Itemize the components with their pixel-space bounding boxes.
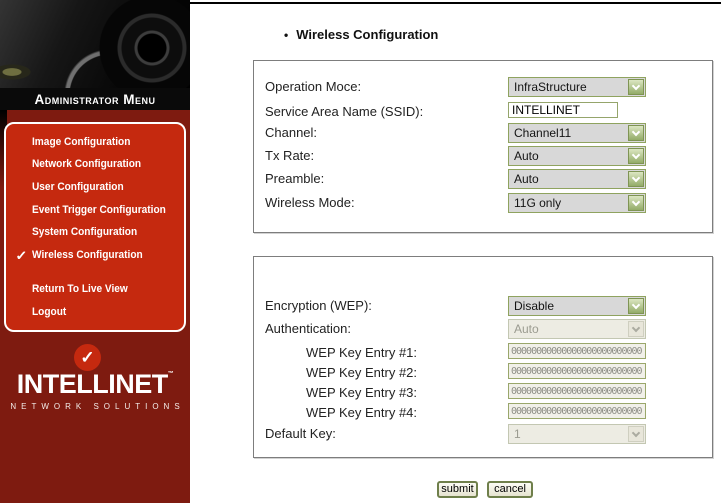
sidebar-item-system-configuration[interactable]: System Configuration: [32, 226, 137, 240]
chevron-down-icon: [631, 197, 641, 206]
intellinet-logo: ✓ INTELLINET™ NETWORK SOLUTIONS: [0, 340, 190, 420]
sidebar-item-image-configuration[interactable]: Image Configuration: [32, 136, 130, 150]
ssid-label: Service Area Name (SSID):: [265, 104, 424, 119]
wep-key-1-label: WEP Key Entry #1:: [306, 345, 418, 360]
sidebar-item-event-trigger-configuration[interactable]: Event Trigger Configuration: [32, 204, 166, 218]
wep-key-2-label: WEP Key Entry #2:: [306, 365, 418, 380]
chevron-down-icon: [631, 300, 641, 309]
channel-value: Channel11: [514, 126, 572, 140]
channel-label: Channel:: [265, 125, 318, 140]
tx-rate-value: Auto: [514, 149, 539, 163]
preamble-value: Auto: [514, 172, 539, 186]
tx-rate-select[interactable]: Auto: [508, 146, 646, 166]
camera-photo-image: [0, 0, 190, 88]
sidebar-item-return-to-live-view[interactable]: Return To Live View: [32, 283, 128, 297]
ssid-input[interactable]: [508, 102, 618, 118]
dropdown-button: [628, 321, 644, 337]
dropdown-button[interactable]: [628, 171, 644, 187]
top-divider: [190, 2, 721, 4]
bullet-icon: •: [284, 28, 289, 42]
authentication-label: Authentication:: [265, 321, 352, 336]
page-title: • Wireless Configuration: [284, 27, 438, 42]
logo-text: INTELLINET™: [0, 369, 190, 400]
dropdown-button[interactable]: [628, 298, 644, 314]
default-key-label: Default Key:: [265, 426, 336, 441]
dropdown-button[interactable]: [628, 195, 644, 211]
preamble-select[interactable]: Auto: [508, 169, 646, 189]
main-content: • Wireless Configuration Operation Moce: …: [190, 0, 721, 503]
wireless-settings-group: Operation Moce: InfraStructure Service A…: [253, 60, 713, 233]
default-key-select: 1: [508, 424, 646, 444]
wep-key-4-label: WEP Key Entry #4:: [306, 405, 418, 420]
operation-mode-select[interactable]: InfraStructure: [508, 77, 646, 97]
sidebar-item-wireless-configuration[interactable]: ✓ Wireless Configuration: [15, 248, 143, 263]
chevron-down-icon: [631, 173, 641, 182]
preamble-label: Preamble:: [265, 171, 325, 186]
chevron-down-icon: [631, 428, 641, 437]
sidebar-item-logout[interactable]: Logout: [32, 306, 66, 320]
wep-key-2-input: [508, 363, 646, 379]
wep-key-4-input: [508, 403, 646, 419]
cancel-button[interactable]: cancel: [487, 481, 533, 498]
wireless-mode-value: 11G only: [514, 196, 562, 210]
encryption-value: Disable: [514, 299, 555, 313]
dropdown-button: [628, 426, 644, 442]
tx-rate-label: Tx Rate:: [265, 148, 315, 163]
sidebar-item-label: Wireless Configuration: [32, 249, 143, 261]
page: Administrator Menu Image Configuration N…: [0, 0, 721, 503]
wireless-mode-label: Wireless Mode:: [265, 195, 355, 210]
wireless-mode-select[interactable]: 11G only: [508, 193, 646, 213]
logo-tagline: NETWORK SOLUTIONS: [10, 402, 185, 411]
wep-key-3-label: WEP Key Entry #3:: [306, 385, 418, 400]
sidebar: Administrator Menu Image Configuration N…: [0, 0, 190, 503]
logo-checkmark-icon: ✓: [74, 344, 101, 371]
security-settings-group: Encryption (WEP): Disable Authentication…: [253, 256, 713, 458]
dropdown-button[interactable]: [628, 148, 644, 164]
chevron-down-icon: [631, 150, 641, 159]
dropdown-button[interactable]: [628, 125, 644, 141]
authentication-value: Auto: [514, 322, 539, 336]
wep-key-1-input: [508, 343, 646, 359]
default-key-value: 1: [514, 427, 521, 441]
admin-menu-panel: Image Configuration Network Configuratio…: [4, 122, 186, 332]
logo-check-glyph: ✓: [80, 347, 95, 367]
operation-mode-label: Operation Moce:: [265, 79, 362, 94]
operation-mode-value: InfraStructure: [514, 80, 587, 94]
wep-key-3-input: [508, 383, 646, 399]
chevron-down-icon: [631, 323, 641, 332]
chevron-down-icon: [631, 127, 641, 136]
encryption-label: Encryption (WEP):: [265, 298, 372, 313]
logo-name-text: INTELLINET: [16, 369, 169, 399]
authentication-select: Auto: [508, 319, 646, 339]
sidebar-item-user-configuration[interactable]: User Configuration: [32, 181, 124, 195]
dropdown-button[interactable]: [628, 79, 644, 95]
page-title-text: Wireless Configuration: [296, 27, 439, 42]
chevron-down-icon: [631, 81, 641, 90]
channel-select[interactable]: Channel11: [508, 123, 646, 143]
trademark-symbol: ™: [167, 371, 174, 377]
checkmark-icon: ✓: [15, 248, 28, 263]
encryption-select[interactable]: Disable: [508, 296, 646, 316]
sidebar-item-network-configuration[interactable]: Network Configuration: [32, 158, 141, 172]
admin-menu-title: Administrator Menu: [0, 88, 190, 110]
submit-button[interactable]: submit: [437, 481, 478, 498]
